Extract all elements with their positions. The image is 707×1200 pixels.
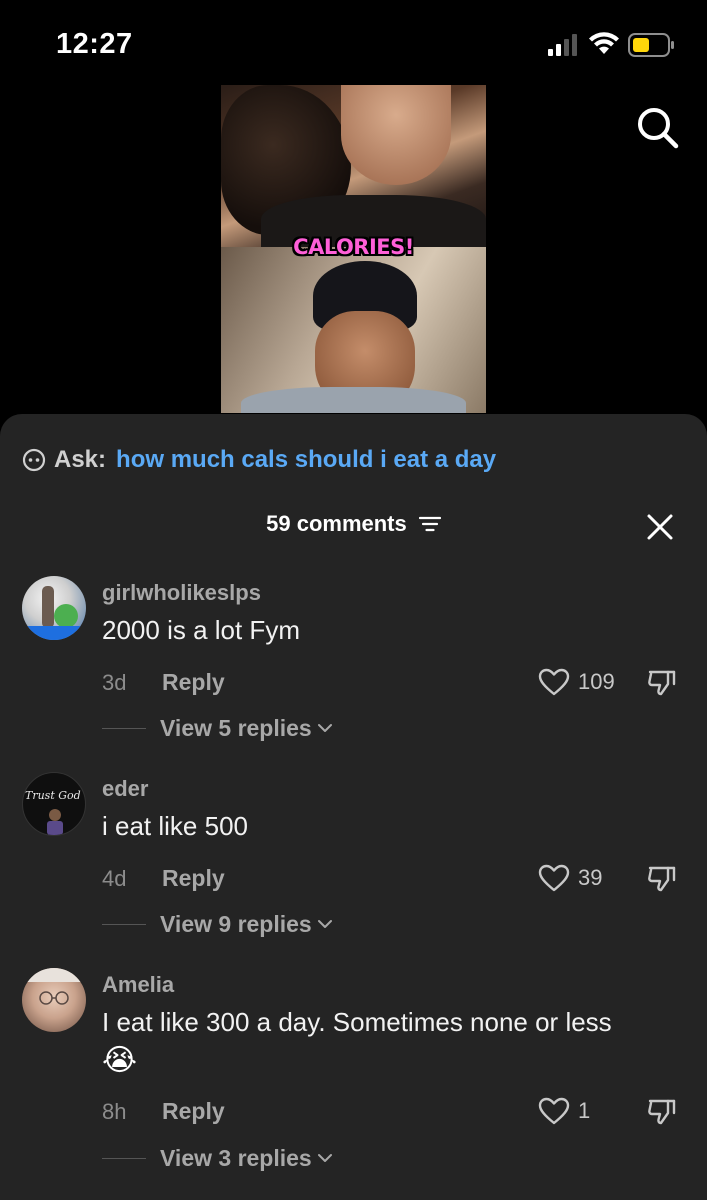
view-replies-button[interactable]: View 5 replies (102, 713, 332, 743)
dislike-icon[interactable] (646, 1095, 678, 1127)
ask-search-suggestion[interactable]: Ask: how much cals should i eat a day (22, 444, 496, 476)
comment-time: 3d (102, 670, 127, 695)
comment-username[interactable]: girlwholikeslps (102, 580, 261, 606)
video-person-face (341, 85, 451, 185)
comment-time: 8h (102, 1099, 127, 1124)
avatar[interactable] (22, 576, 86, 640)
dislike-icon[interactable] (646, 862, 678, 894)
avatar-image (22, 586, 86, 640)
view-replies-label: View 5 replies (160, 714, 312, 741)
video-caption: CALORIES! (293, 235, 414, 259)
reply-button[interactable]: Reply (162, 865, 225, 892)
close-icon[interactable] (646, 513, 674, 541)
like-button[interactable]: 109 (538, 666, 615, 698)
comment-text: I eat like 300 a day. Sometimes none or … (102, 1007, 612, 1037)
heart-icon (538, 1097, 570, 1125)
comments-header: 59 comments (0, 510, 707, 544)
reply-button[interactable]: Reply (162, 1098, 225, 1125)
cellular-signal-icon (548, 34, 577, 56)
replies-divider (102, 1157, 146, 1159)
comment-text: i eat like 500 (102, 811, 248, 841)
video-top-frame (221, 85, 486, 255)
comment-username[interactable]: eder (102, 776, 148, 802)
avatar-lettering: Trust God (25, 789, 81, 802)
wifi-icon (589, 32, 619, 54)
chevron-down-icon (317, 920, 332, 928)
like-count: 109 (578, 669, 615, 694)
like-button[interactable]: 39 (538, 862, 602, 894)
avatar-image (22, 968, 86, 1005)
comments-count: 59 comments (266, 511, 407, 537)
heart-icon (538, 864, 570, 892)
reply-button[interactable]: Reply (162, 669, 225, 696)
avatar-image: Trust God (25, 789, 81, 835)
ai-ask-icon (22, 448, 46, 472)
replies-divider (102, 727, 146, 729)
avatar[interactable] (22, 968, 86, 1032)
like-count: 1 (578, 1098, 591, 1123)
replies-divider (102, 923, 146, 925)
ask-label: Ask: (54, 446, 107, 473)
chevron-down-icon (317, 724, 332, 732)
view-replies-button[interactable]: View 9 replies (102, 909, 332, 939)
avatar[interactable]: Trust God (22, 772, 86, 836)
view-replies-button[interactable]: View 3 replies (102, 1143, 332, 1173)
view-replies-label: View 9 replies (160, 910, 312, 937)
crying-face-emoji: 😭 (102, 1044, 138, 1077)
video-bottom-frame (221, 247, 486, 413)
status-bar: 12:27 (0, 0, 707, 80)
view-replies-label: View 3 replies (160, 1144, 312, 1171)
like-count: 39 (578, 865, 603, 890)
dislike-icon[interactable] (646, 666, 678, 698)
battery-icon (628, 33, 674, 57)
video-preview[interactable]: CALORIES! (221, 85, 486, 413)
chevron-down-icon (317, 1154, 332, 1162)
comment-text: 2000 is a lot Fym (102, 615, 300, 645)
search-icon[interactable] (634, 104, 680, 150)
video-person-shirt-2 (241, 387, 466, 413)
comment-username[interactable]: Amelia (102, 972, 174, 998)
heart-icon (538, 668, 570, 696)
ask-query-link[interactable]: how much cals should i eat a day (116, 446, 496, 474)
comment-time: 4d (102, 866, 127, 891)
status-time: 12:27 (56, 28, 133, 60)
like-button[interactable]: 1 (538, 1095, 590, 1127)
sort-filter-icon[interactable] (418, 515, 441, 533)
